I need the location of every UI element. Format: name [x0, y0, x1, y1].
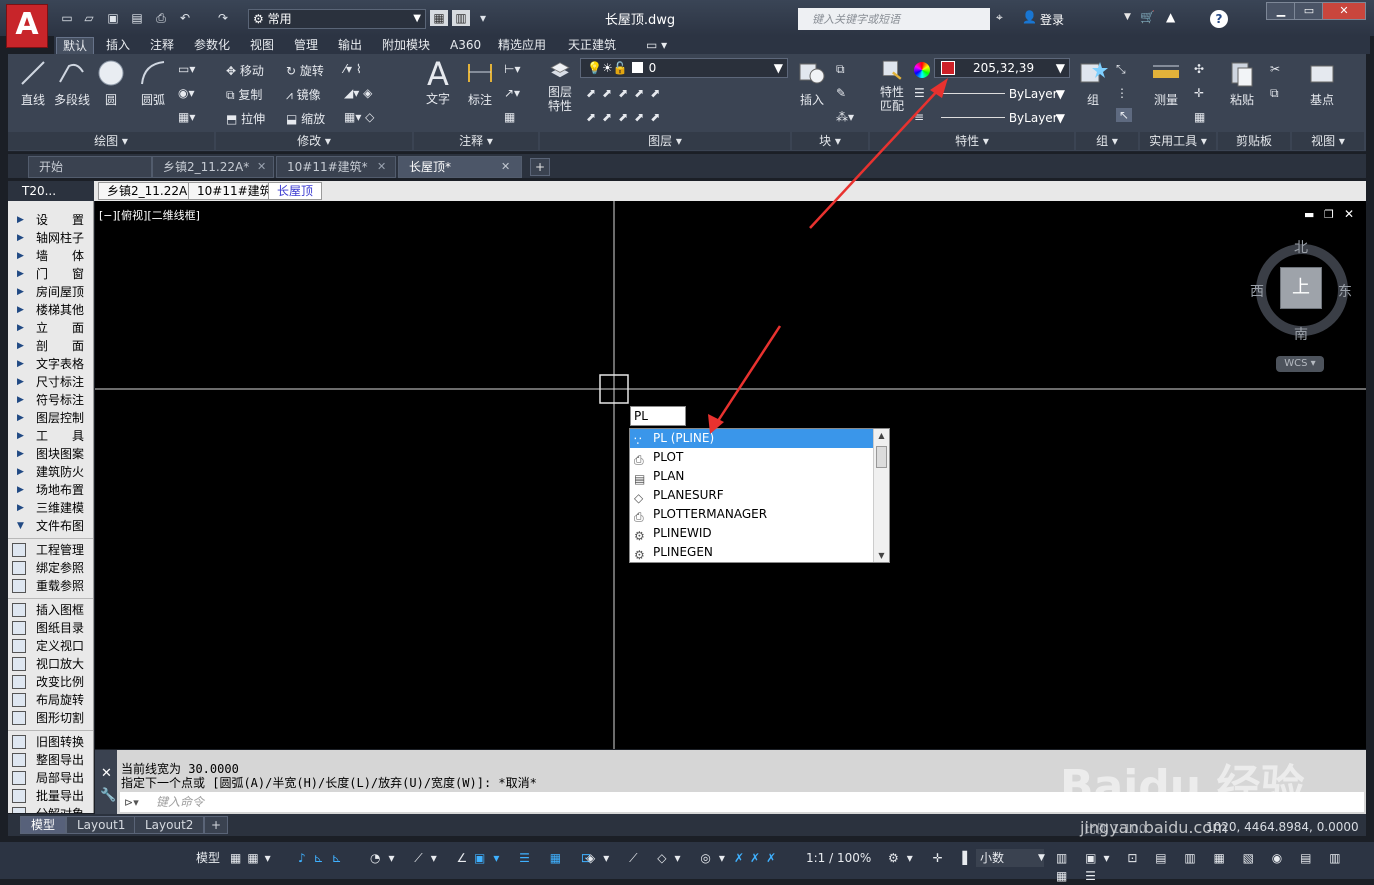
status-coords: 1020, 4464.8984, 0.0000: [1206, 820, 1359, 834]
zoom-scale[interactable]: 1:1 / 100%: [806, 849, 871, 867]
selection-icons[interactable]: ◈▾ ⟋ ◇▾ ◎▾: [586, 849, 733, 867]
workspace-icons[interactable]: ⚙▾ ✛ ▌: [888, 849, 980, 867]
ortho-icons[interactable]: ▣▾ ☰ ▦ ⊡: [474, 849, 599, 867]
annotation-arrows: [708, 78, 948, 434]
add-layout-button[interactable]: +: [204, 816, 229, 834]
wrench-icon[interactable]: 🔧: [100, 788, 116, 803]
units-dropdown[interactable]: 小数: [976, 849, 1044, 867]
annotation-scale-icons[interactable]: ✗✗✗: [734, 849, 782, 867]
polar-icons[interactable]: ◔▾ ⟋▾ ∠: [370, 849, 475, 867]
tab-layout1[interactable]: Layout1: [66, 816, 137, 834]
close-command-icon[interactable]: ✕: [101, 766, 112, 781]
command-side-bar: [95, 750, 117, 814]
osnap-icons[interactable]: ♪⊾⊾: [298, 849, 350, 867]
command-history-2: 指定下一个点或 [圆弧(A)/半宽(H)/长度(L)/放弃(U)/宽度(W)]:…: [121, 776, 537, 790]
command-prompt-icon[interactable]: ⊳▾: [124, 796, 139, 809]
units-chevron-icon[interactable]: ▼: [1038, 849, 1045, 867]
status-scale: 比例 1:100: [1084, 822, 1147, 836]
tab-model[interactable]: 模型: [20, 816, 67, 834]
grid-snap-icons[interactable]: ▦▦▾: [230, 849, 277, 867]
tab-layout2[interactable]: Layout2: [134, 816, 205, 834]
model-space-button[interactable]: 模型: [196, 849, 224, 867]
status-tray-icons[interactable]: ▥ ▣▾ ⊡ ▤ ▥ ▦ ▧ ◉ ▤ ▥ ▦ ☰: [1056, 849, 1374, 883]
watermark-text: Baidu 经验: [1060, 761, 1305, 812]
